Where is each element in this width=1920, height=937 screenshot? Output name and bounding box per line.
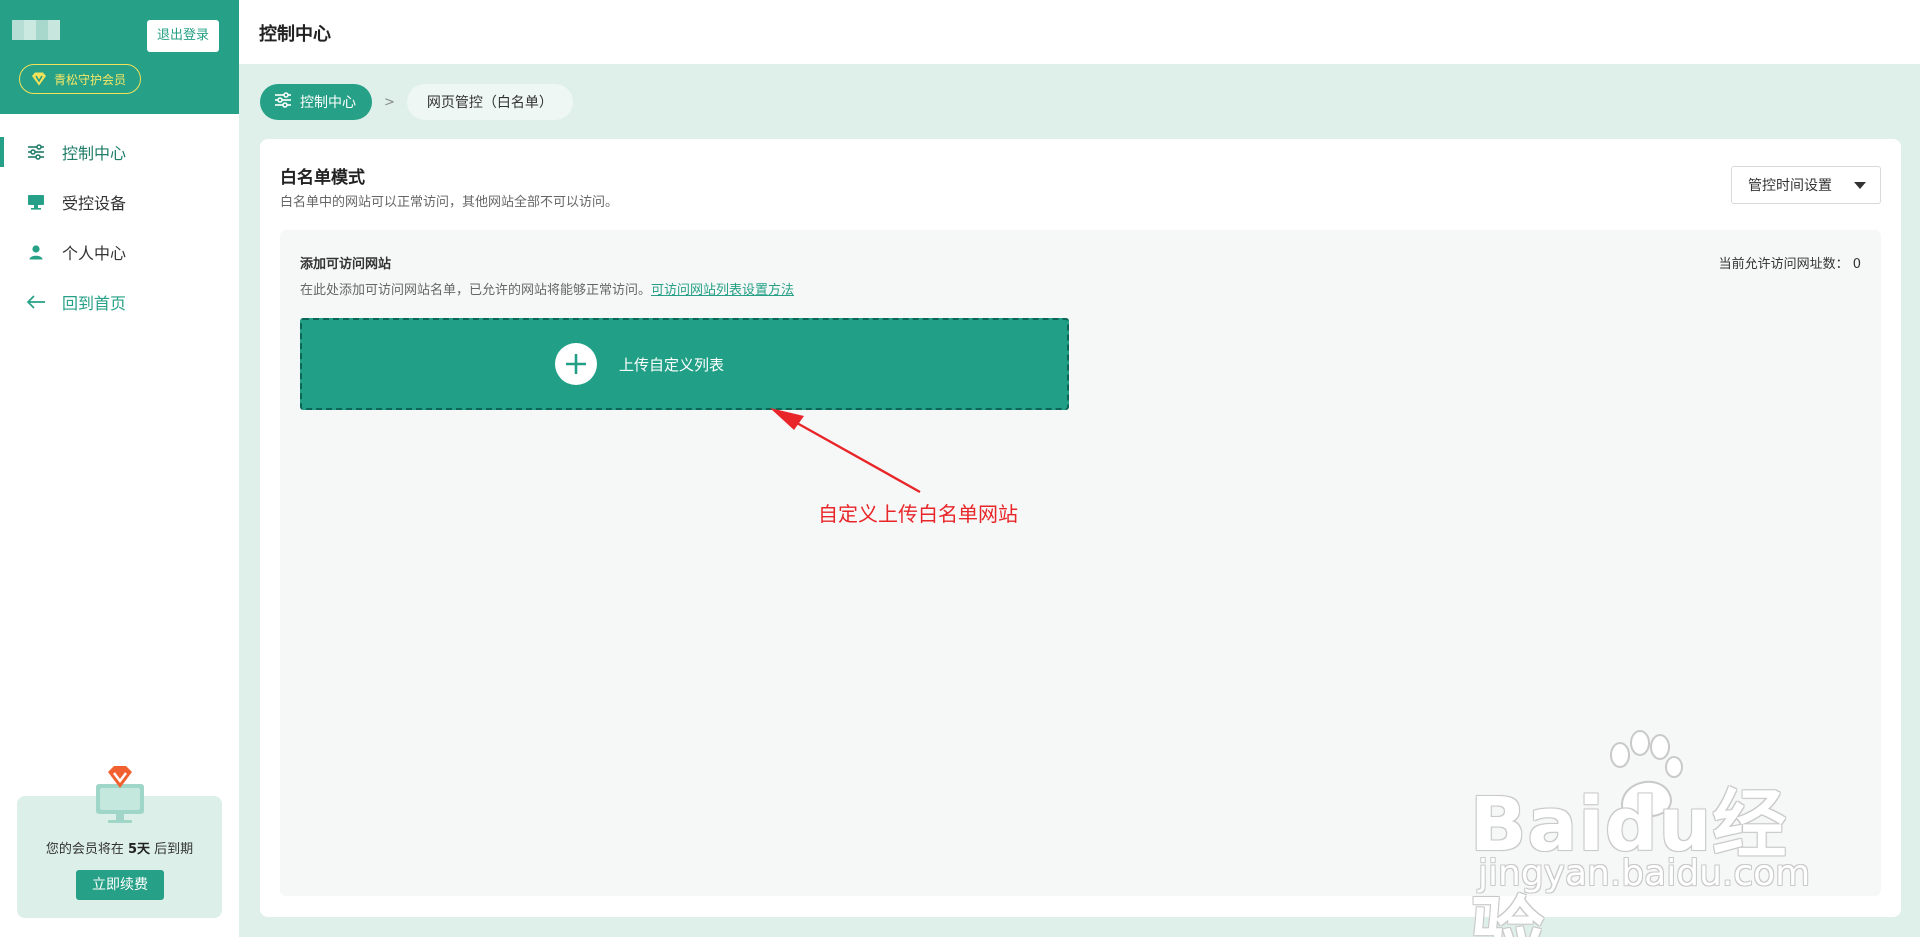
user-icon bbox=[26, 242, 46, 262]
renew-card: 您的会员将在 5天 后到期 立即续费 bbox=[17, 766, 222, 918]
sliders-icon bbox=[26, 142, 46, 162]
expiry-days: 5天 bbox=[127, 842, 151, 857]
add-website-panel: 添加可访问网站 在此处添加可访问网站名单，已允许的网站将能够正常访问。可访问网站… bbox=[280, 230, 1881, 896]
breadcrumb-control-center[interactable]: 控制中心 bbox=[260, 84, 372, 120]
sliders-icon bbox=[274, 92, 292, 112]
sidebar-item-label: 控制中心 bbox=[62, 144, 127, 163]
plus-icon bbox=[554, 343, 597, 385]
logout-button[interactable]: 退出登录 bbox=[147, 20, 219, 52]
sidebar-item-label: 个人中心 bbox=[62, 244, 127, 263]
allowed-count: 当前允许访问网址数： 0 bbox=[1718, 257, 1861, 272]
member-badge-label: 青松守护会员 bbox=[54, 72, 127, 87]
time-setting-label: 管控时间设置 bbox=[1748, 178, 1832, 194]
allowed-count-value: 0 bbox=[1852, 257, 1861, 272]
breadcrumb-separator: > bbox=[384, 94, 395, 110]
upload-label: 上传自定义列表 bbox=[618, 355, 724, 374]
whitelist-card: 白名单模式 白名单中的网站可以正常访问，其他网站全部不可以访问。 管控时间设置 … bbox=[260, 139, 1901, 917]
sidebar-item-control-center[interactable]: 控制中心 bbox=[0, 127, 239, 177]
sidebar-item-label: 回到首页 bbox=[62, 294, 127, 313]
panel-title: 添加可访问网站 bbox=[300, 257, 392, 272]
vip-monitor-illustration bbox=[92, 766, 148, 826]
arrow-left-icon bbox=[26, 292, 46, 312]
help-link[interactable]: 可访问网站列表设置方法 bbox=[651, 283, 794, 298]
time-setting-dropdown[interactable]: 管控时间设置 bbox=[1731, 166, 1881, 204]
panel-description: 在此处添加可访问网站名单，已允许的网站将能够正常访问。可访问网站列表设置方法 bbox=[300, 283, 795, 298]
breadcrumb: 控制中心 > 网页管控（白名单） bbox=[260, 84, 573, 120]
renew-button[interactable]: 立即续费 bbox=[76, 870, 164, 900]
top-bar: 控制中心 bbox=[239, 0, 1920, 64]
avatar[interactable] bbox=[12, 20, 60, 40]
breadcrumb-current[interactable]: 网页管控（白名单） bbox=[406, 84, 573, 120]
expiry-text: 您的会员将在 5天 后到期 bbox=[45, 842, 194, 857]
sidebar-item-devices[interactable]: 受控设备 bbox=[0, 177, 239, 227]
page-title: 控制中心 bbox=[259, 24, 331, 45]
vip-diamond-icon bbox=[30, 70, 48, 88]
caret-down-icon bbox=[1854, 181, 1866, 189]
sidebar: 退出登录 青松守护会员 控制中心 受控设备 个人中心 回到首页 您的会员将在 5… bbox=[0, 0, 239, 937]
sidebar-nav: 控制中心 受控设备 个人中心 回到首页 bbox=[0, 127, 239, 327]
annotation-arrow bbox=[770, 408, 921, 494]
sidebar-item-profile[interactable]: 个人中心 bbox=[0, 227, 239, 277]
upload-custom-list-button[interactable]: 上传自定义列表 bbox=[300, 318, 1069, 410]
sidebar-header: 退出登录 青松守护会员 bbox=[0, 0, 239, 114]
monitor-icon bbox=[26, 192, 46, 212]
card-description: 白名单中的网站可以正常访问，其他网站全部不可以访问。 bbox=[280, 195, 619, 210]
annotation-text: 自定义上传白名单网站 bbox=[818, 502, 1018, 526]
card-title: 白名单模式 bbox=[280, 168, 365, 188]
sidebar-item-home[interactable]: 回到首页 bbox=[0, 277, 239, 327]
member-badge: 青松守护会员 bbox=[19, 64, 142, 94]
breadcrumb-main-label: 控制中心 bbox=[300, 95, 356, 111]
sidebar-item-label: 受控设备 bbox=[62, 194, 127, 213]
